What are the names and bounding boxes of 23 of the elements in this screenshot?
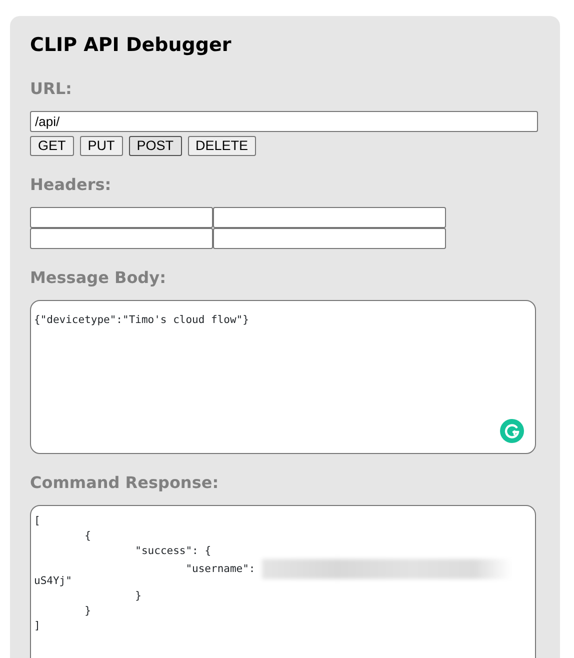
header-name-field[interactable] bbox=[30, 228, 213, 249]
url-label: URL: bbox=[30, 78, 73, 100]
header-value-field[interactable] bbox=[213, 228, 446, 249]
response-line: ] bbox=[34, 620, 40, 632]
method-button[interactable]: PUT bbox=[80, 136, 123, 156]
response-line: { bbox=[84, 530, 91, 542]
response-line: "username": bbox=[184, 562, 256, 575]
response-label: Command Response: bbox=[30, 472, 220, 494]
url-field[interactable]: /api/ bbox=[30, 110, 538, 132]
response-line: [ bbox=[34, 514, 40, 527]
response-line: } bbox=[134, 590, 142, 602]
headers-label: Headers: bbox=[30, 174, 112, 196]
response-line: } bbox=[84, 604, 91, 617]
method-button[interactable]: DELETE bbox=[188, 136, 256, 156]
message-body-field[interactable]: {"devicetype":"Timo's cloud flow"} bbox=[30, 300, 536, 454]
response-line: "success": { bbox=[134, 544, 212, 557]
header-value-field[interactable] bbox=[213, 206, 446, 228]
response-line: uS4Yj" bbox=[34, 574, 72, 587]
method-button[interactable]: GET bbox=[30, 136, 74, 156]
header-name-field[interactable] bbox=[30, 206, 213, 228]
page-title: CLIP API Debugger bbox=[30, 34, 232, 57]
message-body-label: Message Body: bbox=[30, 266, 167, 289]
method-button[interactable]: POST bbox=[128, 136, 182, 156]
